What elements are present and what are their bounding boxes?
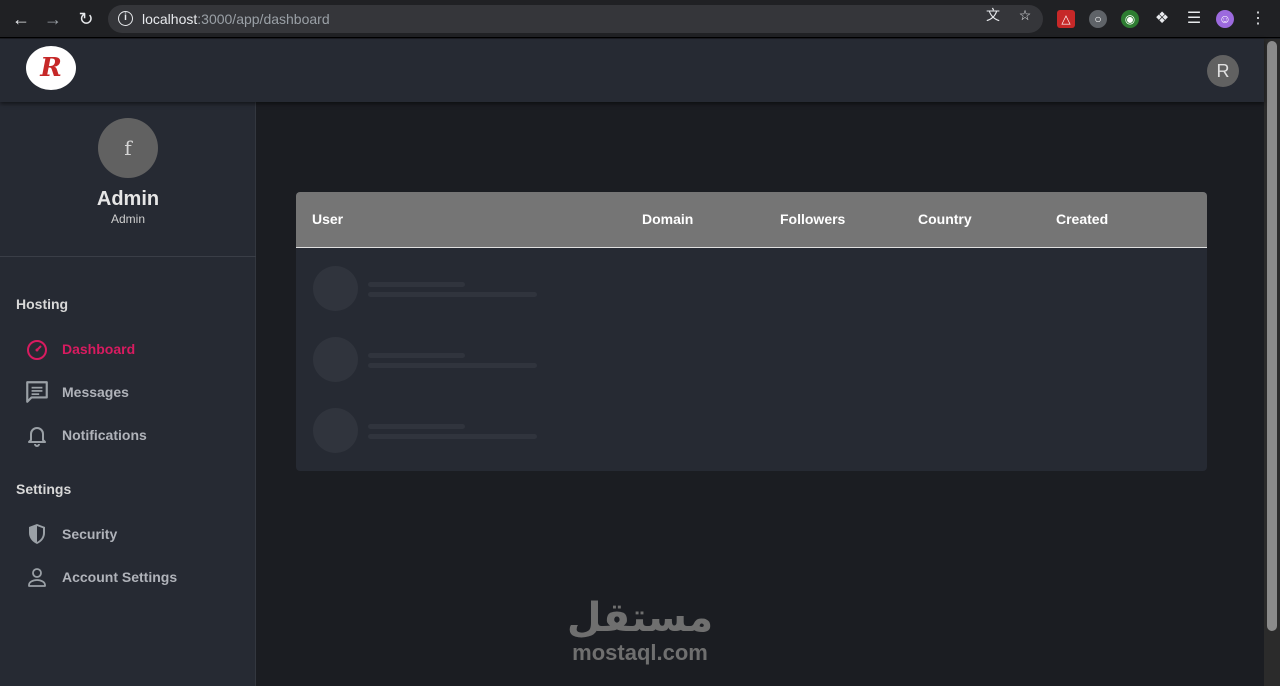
profile-avatar[interactable]: f	[98, 118, 158, 178]
column-header-created[interactable]: Created	[1056, 211, 1108, 227]
app-logo[interactable]: R	[26, 46, 76, 90]
skeleton-line	[368, 363, 537, 368]
url-host: localhost	[142, 11, 198, 27]
skeleton-line	[368, 292, 537, 297]
skeleton-line	[368, 282, 465, 287]
bell-icon	[24, 422, 50, 448]
browser-toolbar: ← → ↻ i localhost:3000/app/dashboard 文 ☆…	[0, 0, 1280, 38]
sidebar-item-dashboard[interactable]: Dashboard	[24, 335, 244, 363]
skeleton-avatar	[313, 408, 358, 453]
sidebar: f Admin Admin Hosting Dashboard Messages…	[0, 102, 256, 686]
column-header-user[interactable]: User	[312, 211, 343, 227]
app-header: R R	[0, 39, 1264, 102]
extension-shield-icon[interactable]: ○	[1089, 10, 1107, 28]
sidebar-item-label: Notifications	[62, 427, 147, 443]
forward-arrow-icon[interactable]: →	[42, 8, 64, 30]
person-icon	[24, 564, 50, 590]
page-scrollbar[interactable]	[1264, 39, 1280, 686]
profile-name: Admin	[96, 188, 160, 210]
users-table: User Domain Followers Country Created	[296, 192, 1207, 471]
main-content: User Domain Followers Country Created	[256, 102, 1264, 686]
translate-icon[interactable]: 文	[985, 7, 1001, 23]
sidebar-item-label: Security	[62, 526, 118, 542]
sidebar-item-security[interactable]: Security	[24, 520, 244, 548]
section-title-hosting: Hosting	[16, 296, 69, 312]
sidebar-item-label: Dashboard	[62, 341, 136, 357]
sidebar-item-messages[interactable]: Messages	[24, 378, 244, 406]
watermark-latin: mostaql.com	[572, 640, 708, 665]
sidebar-item-label: Messages	[62, 384, 129, 400]
shield-icon	[24, 521, 50, 547]
browser-profile-avatar-icon[interactable]: ☺	[1216, 10, 1234, 28]
sidebar-item-label: Account Settings	[62, 569, 178, 585]
extension-green-icon[interactable]: ◉	[1121, 10, 1139, 28]
loading-skeleton-row	[313, 266, 573, 312]
profile-role: Admin	[110, 212, 145, 226]
sidebar-divider	[0, 256, 256, 257]
back-arrow-icon[interactable]: ←	[10, 8, 32, 30]
browser-menu-icon[interactable]: ⋮	[1249, 10, 1267, 28]
skeleton-avatar	[313, 337, 358, 382]
watermark: مستقل mostaql.com	[560, 596, 720, 666]
section-title-settings: Settings	[16, 481, 72, 497]
user-avatar[interactable]: R	[1207, 55, 1239, 87]
extension-red-icon[interactable]: △	[1057, 10, 1075, 28]
skeleton-line	[368, 424, 465, 429]
url-path: :3000/app/dashboard	[197, 11, 330, 27]
bookmark-star-icon[interactable]: ☆	[1017, 7, 1033, 23]
reload-icon[interactable]: ↻	[75, 8, 97, 30]
url-text: localhost:3000/app/dashboard	[142, 11, 330, 27]
loading-skeleton-row	[313, 337, 573, 383]
media-queue-icon[interactable]: ☰	[1185, 10, 1203, 28]
loading-skeleton-row	[313, 408, 573, 454]
column-header-followers[interactable]: Followers	[780, 211, 845, 227]
address-bar[interactable]: i localhost:3000/app/dashboard	[108, 5, 1043, 33]
skeleton-line	[368, 353, 465, 358]
extensions-puzzle-icon[interactable]: ❖	[1153, 10, 1171, 28]
speedometer-icon	[24, 336, 50, 362]
scrollbar-thumb[interactable]	[1267, 41, 1277, 631]
skeleton-avatar	[313, 266, 358, 311]
sidebar-item-notifications[interactable]: Notifications	[24, 421, 244, 449]
skeleton-line	[368, 434, 537, 439]
column-header-domain[interactable]: Domain	[642, 211, 693, 227]
column-header-country[interactable]: Country	[918, 211, 972, 227]
message-icon	[24, 379, 50, 405]
site-info-icon[interactable]: i	[118, 11, 133, 26]
app-root: R R f Admin Admin Hosting Dashboard Mess…	[0, 39, 1264, 686]
watermark-arabic: مستقل	[566, 595, 714, 641]
table-header: User Domain Followers Country Created	[296, 192, 1207, 248]
sidebar-item-account-settings[interactable]: Account Settings	[24, 563, 244, 591]
